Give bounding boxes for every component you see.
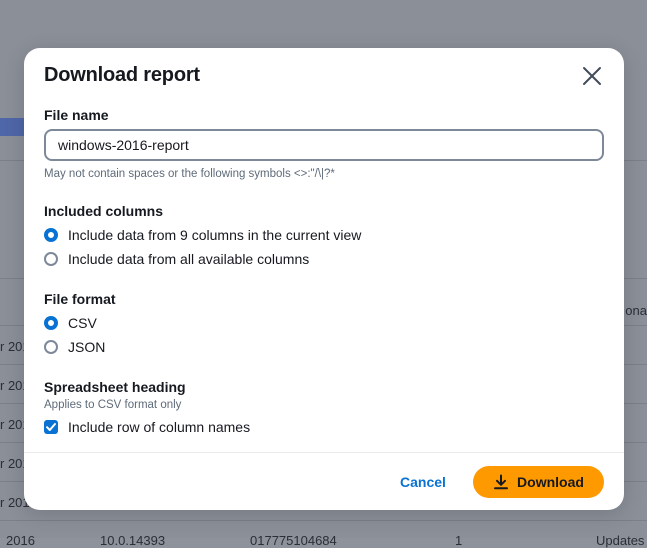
footer-divider	[24, 452, 624, 453]
background-cell: 017775104684	[250, 533, 337, 548]
spreadsheet-heading-label: Spreadsheet heading	[44, 379, 186, 395]
radio-button[interactable]	[44, 228, 58, 242]
background-cell: 10.0.14393	[100, 533, 166, 548]
file-name-label: File name	[44, 107, 109, 123]
radio-label: Include data from all available columns	[68, 251, 310, 267]
background-tab-indicator	[0, 118, 24, 136]
radio-button[interactable]	[44, 316, 58, 330]
radio-label: JSON	[68, 339, 106, 355]
radio-label: CSV	[68, 315, 97, 331]
file-format-label: File format	[44, 291, 116, 307]
background-cell: 1	[455, 533, 463, 548]
radio-format-csv[interactable]: CSV	[44, 314, 97, 332]
background-column-header: ona	[625, 303, 647, 318]
file-name-hint: May not contain spaces or the following …	[44, 168, 335, 180]
checkmark-icon	[46, 423, 56, 431]
cancel-button[interactable]: Cancel	[396, 466, 450, 498]
checkbox-label: Include row of column names	[68, 419, 251, 435]
included-columns-label: Included columns	[44, 203, 164, 219]
checkbox[interactable]	[44, 420, 58, 434]
modal-title: Download report	[44, 64, 200, 86]
download-label: Download	[517, 474, 584, 490]
download-icon	[493, 474, 509, 490]
file-name-input[interactable]	[44, 129, 604, 161]
radio-format-json[interactable]: JSON	[44, 338, 105, 356]
download-button[interactable]: Download	[473, 466, 604, 498]
background-cell: Updates	[596, 533, 645, 548]
close-button[interactable]	[580, 64, 604, 88]
checkbox-include-column-names[interactable]: Include row of column names	[44, 418, 250, 436]
radio-button[interactable]	[44, 252, 58, 266]
radio-columns-all[interactable]: Include data from all available columns	[44, 250, 309, 268]
radio-label: Include data from 9 columns in the curre…	[68, 227, 362, 243]
radio-button[interactable]	[44, 340, 58, 354]
background-cell: 2016	[6, 533, 35, 548]
download-report-modal: Download report File name May not contai…	[24, 48, 624, 510]
close-icon	[583, 67, 601, 85]
background-divider	[0, 520, 647, 521]
radio-columns-current-view[interactable]: Include data from 9 columns in the curre…	[44, 226, 361, 244]
spreadsheet-heading-hint: Applies to CSV format only	[44, 399, 182, 411]
